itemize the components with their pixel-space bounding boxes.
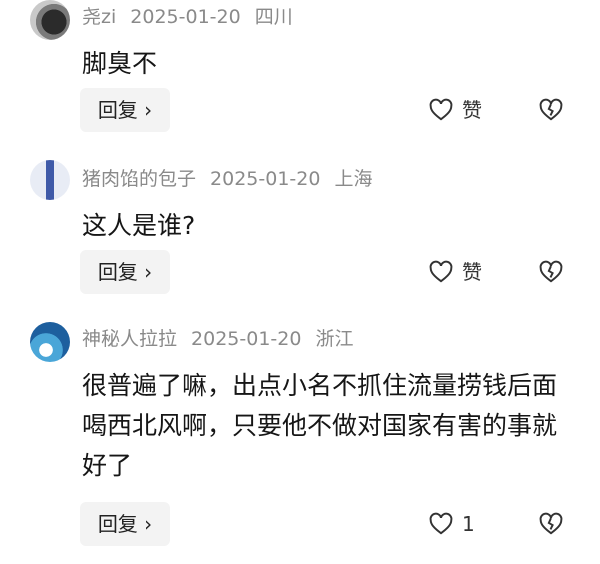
like-count: 1 [462, 512, 475, 536]
avatar[interactable] [30, 0, 70, 40]
heart-outline-icon [428, 259, 454, 285]
comment-text: 这人是谁? [82, 211, 196, 240]
comment-meta: 神秘人拉拉 2025-01-20 浙江 [82, 324, 367, 354]
like-button[interactable]: 1 [428, 502, 475, 546]
comment-date: 2025-01-20 [130, 6, 241, 28]
avatar[interactable] [30, 160, 70, 200]
heart-outline-icon [428, 511, 454, 537]
broken-heart-icon[interactable] [538, 259, 564, 285]
reply-button[interactable]: 回复 › [80, 502, 170, 546]
comment-location: 浙江 [315, 328, 354, 350]
like-button[interactable]: 赞 [428, 88, 482, 132]
avatar[interactable] [30, 322, 70, 362]
username[interactable]: 尧zi [82, 6, 116, 28]
comment-location: 上海 [334, 168, 373, 190]
username[interactable]: 猪肉馅的包子 [82, 168, 196, 190]
username[interactable]: 神秘人拉拉 [82, 328, 177, 350]
heart-outline-icon [428, 97, 454, 123]
like-label: 赞 [462, 98, 482, 122]
broken-heart-icon[interactable] [538, 97, 564, 123]
broken-heart-icon[interactable] [538, 511, 564, 537]
comment-location: 四川 [254, 6, 293, 28]
comment-meta: 猪肉馅的包子 2025-01-20 上海 [82, 164, 386, 194]
comment-text: 脚臭不 [82, 49, 158, 78]
comment-date: 2025-01-20 [191, 328, 302, 350]
reply-button[interactable]: 回复 › [80, 88, 170, 132]
comment-text: 很普遍了嘛，出点小名不抓住流量捞钱后面喝西北风啊，只要他不做对国家有害的事就好了 [82, 371, 558, 480]
like-button[interactable]: 赞 [428, 250, 482, 294]
comment-meta: 尧zi 2025-01-20 四川 [82, 2, 307, 32]
reply-button[interactable]: 回复 › [80, 250, 170, 294]
comment-date: 2025-01-20 [210, 168, 321, 190]
like-label: 赞 [462, 260, 482, 284]
